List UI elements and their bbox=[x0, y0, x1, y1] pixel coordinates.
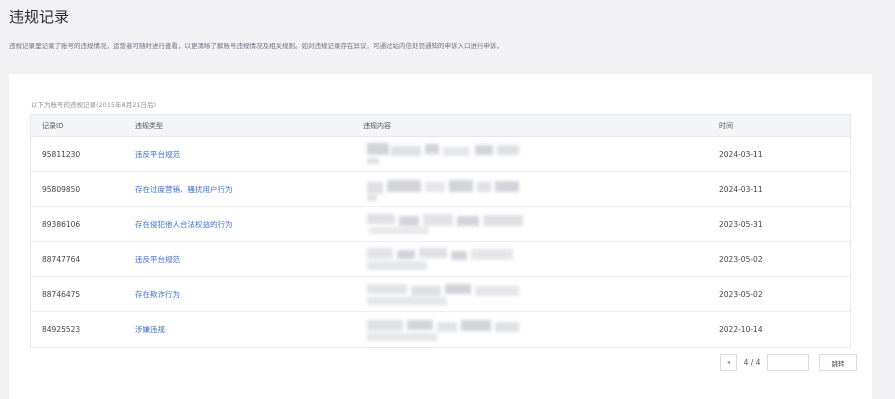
record-time: 2023-05-02 bbox=[719, 254, 763, 264]
table-row: 95811230 违反平台规范 2024-03-11 bbox=[31, 137, 850, 172]
record-id: 84925523 bbox=[42, 325, 81, 334]
violation-records-card: 以下为账号的违规记录(2015年8月21日后) 记录ID 违规类型 违规内容 时… bbox=[9, 74, 872, 399]
violation-content-blurred bbox=[361, 141, 715, 167]
header-time: 时间 bbox=[719, 121, 733, 130]
record-id: 95809850 bbox=[42, 184, 81, 194]
violation-table: 记录ID 违规类型 违规内容 时间 95811230 违反平台规范 2024-0… bbox=[30, 114, 851, 348]
violation-type-link[interactable]: 存在欺诈行为 bbox=[127, 289, 361, 300]
record-id: 95811230 bbox=[42, 149, 81, 159]
table-row: 95809850 存在过度营销、骚扰用户行为 2024-03-11 bbox=[31, 172, 850, 207]
header-violation-content: 违规内容 bbox=[363, 121, 391, 130]
violation-type-link[interactable]: 违反平台规范 bbox=[127, 149, 361, 160]
page-title: 违规记录 bbox=[9, 8, 70, 26]
record-time: 2024-03-11 bbox=[719, 149, 763, 159]
record-time: 2023-05-02 bbox=[719, 289, 763, 299]
record-id: 88747764 bbox=[42, 254, 81, 264]
page-description: 违规记录里记录了账号的违规情况，运营者可随时进行查看，以更清晰了解账号违规情况及… bbox=[9, 42, 503, 50]
violation-content-blurred bbox=[361, 317, 715, 343]
violation-content-blurred bbox=[361, 246, 715, 272]
jump-button[interactable]: 跳转 bbox=[819, 354, 857, 371]
table-row: 84925523 涉嫌违规 2022-10-14 bbox=[31, 312, 850, 347]
violation-content-blurred bbox=[361, 176, 715, 202]
page-number-input[interactable] bbox=[767, 354, 809, 371]
table-row: 88746475 存在欺诈行为 2023-05-02 bbox=[31, 277, 850, 312]
record-time: 2024-03-11 bbox=[719, 184, 763, 194]
violation-type-link[interactable]: 违反平台规范 bbox=[127, 254, 361, 265]
record-time: 2022-10-14 bbox=[719, 325, 763, 334]
header-record-id: 记录ID bbox=[42, 121, 64, 130]
page-indicator: 4 / 4 bbox=[743, 358, 761, 367]
prev-page-button[interactable]: ◂ bbox=[720, 354, 737, 371]
violation-type-link[interactable]: 存在侵犯他人合法权益的行为 bbox=[127, 219, 361, 230]
violation-content-blurred bbox=[361, 281, 715, 307]
table-row: 88747764 违反平台规范 2023-05-02 bbox=[31, 242, 850, 277]
violation-type-link[interactable]: 涉嫌违规 bbox=[127, 324, 361, 335]
violation-type-link[interactable]: 存在过度营销、骚扰用户行为 bbox=[127, 184, 361, 195]
record-time: 2023-05-31 bbox=[719, 219, 763, 229]
header-violation-type: 违规类型 bbox=[135, 121, 163, 130]
chevron-left-icon: ◂ bbox=[726, 359, 730, 366]
record-id: 88746475 bbox=[42, 289, 81, 299]
violation-content-blurred bbox=[361, 211, 715, 237]
table-row: 89386106 存在侵犯他人合法权益的行为 2023-05-31 bbox=[31, 207, 850, 242]
record-id: 89386106 bbox=[42, 219, 81, 229]
pagination: ◂ 4 / 4 跳转 bbox=[720, 354, 857, 371]
records-note: 以下为账号的违规记录(2015年8月21日后) bbox=[31, 101, 157, 109]
table-header: 记录ID 违规类型 违规内容 时间 bbox=[31, 115, 850, 137]
